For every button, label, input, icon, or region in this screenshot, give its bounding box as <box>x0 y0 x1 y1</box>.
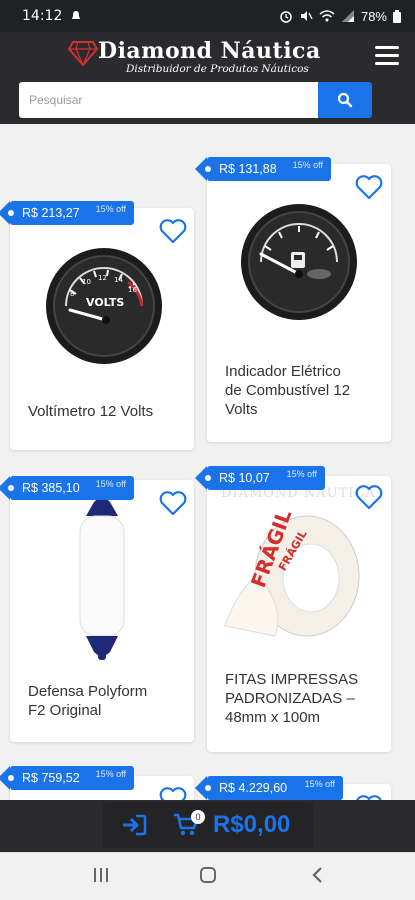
product-grid: 8 10 12 14 16 VOLTS Voltímetro 12 Volts … <box>0 124 415 800</box>
product-price: R$ 131,88 <box>219 162 277 176</box>
discount-badge: 15% off <box>95 204 126 214</box>
battery-icon <box>393 9 401 23</box>
cart-bar: 0 R$0,00 <box>0 800 415 852</box>
site-logo[interactable]: Diamond Náutica Distribuidor de Produtos… <box>68 38 358 78</box>
favorite-heart-icon[interactable] <box>355 174 383 200</box>
hamburger-menu-icon[interactable] <box>375 46 399 66</box>
gauge-tick-label: 8 <box>70 290 74 298</box>
discount-badge: 15% off <box>95 769 126 779</box>
alarm-icon <box>280 11 292 23</box>
product-image-fuel-gauge <box>241 204 357 320</box>
cart-total: R$0,00 <box>213 811 291 838</box>
recent-apps-icon[interactable] <box>92 865 110 885</box>
status-time: 14:12 <box>22 8 63 24</box>
product-card-fitas[interactable]: DIAMOND NÁUTICA FRÁGIL FRÁGIL FITAS IMPR… <box>207 476 391 752</box>
price-tag: R$ 385,10 15% off <box>0 476 134 500</box>
price-tag: R$ 4.229,60 15% off <box>195 776 343 800</box>
product-price: R$ 4.229,60 <box>219 781 288 795</box>
gauge-tick-label: 10 <box>82 278 91 286</box>
product-name[interactable]: Voltímetro 12 Volts <box>28 402 188 421</box>
price-tag: R$ 10,07 15% off <box>195 466 325 490</box>
price-tag: R$ 131,88 15% off <box>195 157 331 181</box>
favorite-heart-icon[interactable] <box>355 484 383 510</box>
site-header: Diamond Náutica Distribuidor de Produtos… <box>0 32 415 124</box>
signal-icon <box>341 10 354 22</box>
gauge-tick-label: 16 <box>128 286 137 294</box>
product-image-tape: FRÁGIL FRÁGIL <box>224 506 360 637</box>
favorite-heart-icon[interactable] <box>159 490 187 516</box>
cart-count-badge: 0 <box>191 810 205 824</box>
search-button[interactable] <box>318 82 372 118</box>
diamond-logo-icon <box>68 41 98 66</box>
product-card-voltimetro[interactable]: 8 10 12 14 16 VOLTS Voltímetro 12 Volts <box>10 208 194 450</box>
status-bar: 14:12 78% <box>0 0 415 32</box>
discount-badge: 15% off <box>292 160 323 170</box>
product-name[interactable]: FITAS IMPRESSAS PADRONIZADAS – 48mm x 10… <box>225 670 385 727</box>
product-price: R$ 10,07 <box>219 471 270 485</box>
search-bar <box>19 82 372 118</box>
logo-subtitle: Distribuidor de Produtos Náuticos <box>126 63 309 75</box>
discount-badge: 15% off <box>286 469 317 479</box>
gauge-tick-label: 12 <box>98 274 107 282</box>
battery-percent: 78% <box>360 8 387 24</box>
product-price: R$ 213,27 <box>22 206 80 220</box>
search-icon <box>337 92 353 108</box>
favorite-heart-icon[interactable] <box>159 218 187 244</box>
product-card-defensa[interactable]: Defensa Polyform F2 Original <box>10 480 194 742</box>
discount-badge: 15% off <box>304 779 335 789</box>
gauge-tick-label: 14 <box>114 276 123 284</box>
mute-icon <box>300 11 313 21</box>
price-tag: R$ 759,52 15% off <box>0 766 134 790</box>
product-card-indicador[interactable]: Indicador Elétrico de Combustível 12 Vol… <box>207 164 391 442</box>
product-name[interactable]: Defensa Polyform F2 Original <box>28 682 188 720</box>
price-tag: R$ 213,27 15% off <box>0 201 134 225</box>
product-image-voltmeter: 8 10 12 14 16 VOLTS <box>46 248 162 364</box>
product-price: R$ 385,10 <box>22 481 80 495</box>
product-name[interactable]: Indicador Elétrico de Combustível 12 Vol… <box>225 362 385 419</box>
product-price: R$ 759,52 <box>22 771 80 785</box>
discount-badge: 15% off <box>95 479 126 489</box>
system-nav-bar <box>0 852 415 900</box>
product-image-fender <box>79 496 125 660</box>
favorite-heart-icon[interactable] <box>159 786 187 800</box>
home-icon[interactable] <box>198 865 218 885</box>
search-input[interactable] <box>19 82 318 118</box>
login-icon[interactable] <box>121 813 147 837</box>
back-icon[interactable] <box>310 865 324 885</box>
notification-icon <box>72 11 81 19</box>
cart-summary[interactable]: 0 R$0,00 <box>103 802 313 848</box>
logo-title: Diamond Náutica <box>98 38 321 64</box>
gauge-label: VOLTS <box>86 296 124 309</box>
wifi-icon <box>319 10 335 22</box>
